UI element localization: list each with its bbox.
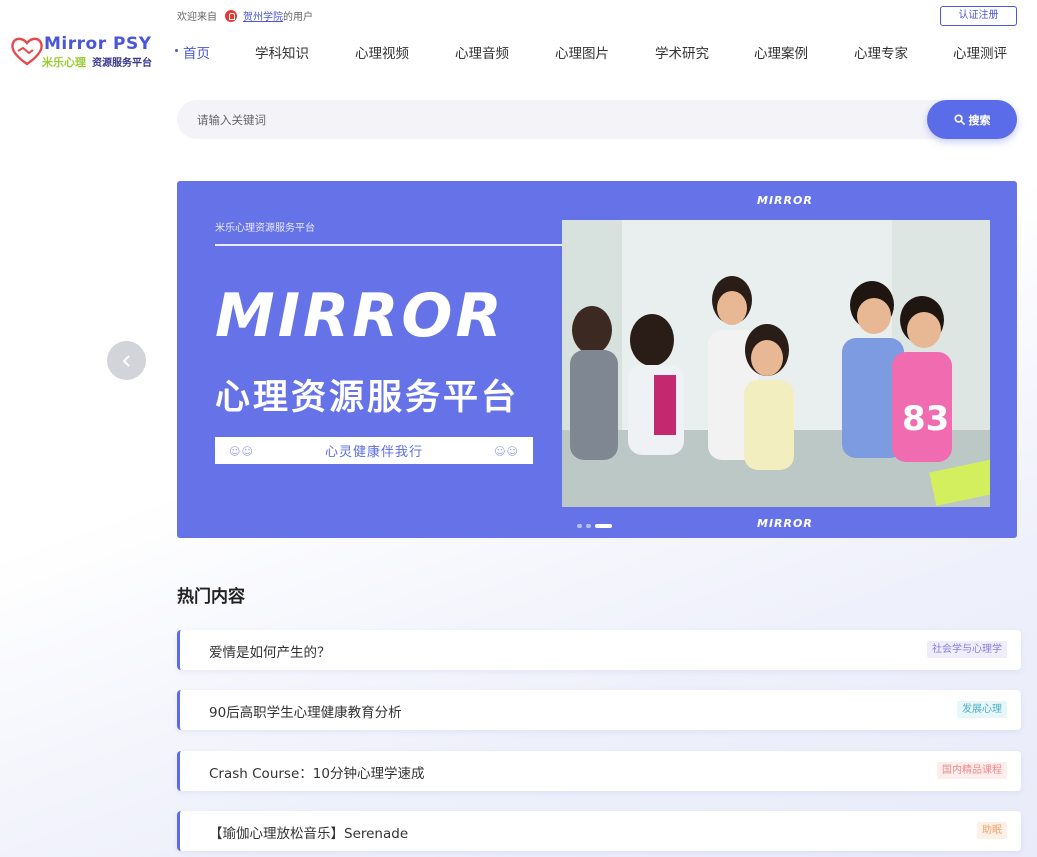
hot-item-tag[interactable]: 社会学与心理学 [927, 641, 1007, 658]
mascot-icon: ☺☺ [494, 445, 519, 458]
search-icon [953, 114, 965, 125]
org-link[interactable]: 贺州学院 [243, 8, 283, 23]
org-badge-icon [225, 9, 237, 22]
search-button-label: 搜索 [968, 113, 991, 127]
carousel-dot[interactable] [577, 524, 582, 528]
search-input[interactable] [197, 100, 917, 139]
nav-item-images[interactable]: 心理图片 [555, 42, 609, 62]
banner-photo: 83 [562, 220, 990, 507]
carousel-dot[interactable] [586, 524, 591, 528]
hot-item-tag[interactable]: 国内精品课程 [937, 762, 1007, 779]
nav-item-cases[interactable]: 心理案例 [754, 42, 808, 62]
welcome-prefix: 欢迎来自 [177, 12, 217, 23]
hot-item-title: 【瑜伽心理放松音乐】Serenade [209, 826, 409, 842]
banner-slogan-text: 心灵健康伴我行 [324, 445, 423, 460]
chevron-left-icon [122, 354, 130, 367]
students-photo-illustration: 83 [562, 220, 990, 507]
nav-item-research[interactable]: 学术研究 [655, 42, 709, 62]
nav-item-home[interactable]: 首页 [183, 42, 210, 62]
banner-headline: MIRROR [215, 281, 505, 351]
carousel-dot-active[interactable] [595, 524, 612, 528]
handshake-heart-icon [11, 37, 43, 66]
search-button[interactable]: 搜索 [927, 100, 1017, 139]
search-bar: 搜索 [177, 100, 1017, 139]
svg-text:83: 83 [902, 399, 949, 439]
hot-list-item[interactable]: Crash Course：10分钟心理学速成 国内精品课程 [177, 751, 1021, 791]
logo-subtitle-platform: 资源服务平台 [92, 58, 152, 69]
carousel-indicators [577, 524, 612, 528]
nav-item-audio[interactable]: 心理音频 [455, 42, 509, 62]
hot-item-tag[interactable]: 发展心理 [957, 701, 1007, 718]
active-dot-icon [175, 49, 178, 52]
hot-item-title: 90后高职学生心理健康教育分析 [209, 705, 402, 721]
logo-subtitle-brand: 米乐心理 [42, 56, 86, 69]
hot-list-item[interactable]: 90后高职学生心理健康教育分析 发展心理 [177, 690, 1021, 730]
banner-divider [215, 244, 562, 246]
logo[interactable]: Mirror PSY 米乐心理 资源服务平台 [10, 34, 160, 74]
nav-item-experts[interactable]: 心理专家 [854, 42, 908, 62]
main-nav: 首页 学科知识 心理视频 心理音频 心理图片 学术研究 心理案例 心理专家 心理… [173, 42, 1023, 62]
nav-item-assessment[interactable]: 心理测评 [953, 42, 1007, 62]
section-title-hot: 热门内容 [177, 587, 245, 607]
banner-caption: 米乐心理资源服务平台 [215, 223, 315, 234]
hot-list-item[interactable]: 爱情是如何产生的？ 社会学与心理学 [177, 630, 1021, 670]
welcome-line: 欢迎来自 贺州学院 的用户 [177, 8, 313, 23]
banner-carousel[interactable]: 米乐心理资源服务平台 MIRROR 心理资源服务平台 ☺☺ 心灵健康伴我行 ☺☺… [177, 181, 1017, 538]
welcome-suffix: 的用户 [283, 12, 313, 23]
register-button[interactable]: 认证注册 [940, 6, 1017, 26]
hot-item-title: 爱情是如何产生的？ [209, 645, 331, 661]
carousel-prev-button[interactable] [107, 341, 146, 380]
hot-item-tag[interactable]: 助眠 [977, 822, 1007, 839]
banner-mirror-top: MIRROR [757, 194, 813, 207]
nav-item-knowledge[interactable]: 学科知识 [255, 42, 309, 62]
logo-title: Mirror PSY [44, 34, 152, 54]
banner-subheadline: 心理资源服务平台 [215, 378, 520, 418]
nav-item-video[interactable]: 心理视频 [355, 42, 409, 62]
hot-item-title: Crash Course：10分钟心理学速成 [209, 766, 425, 782]
banner-slogan: ☺☺ 心灵健康伴我行 ☺☺ [215, 437, 533, 464]
banner-mirror-bottom: MIRROR [757, 517, 813, 530]
hot-list-item[interactable]: 【瑜伽心理放松音乐】Serenade 助眠 [177, 811, 1021, 851]
mascot-icon: ☺☺ [229, 445, 254, 458]
